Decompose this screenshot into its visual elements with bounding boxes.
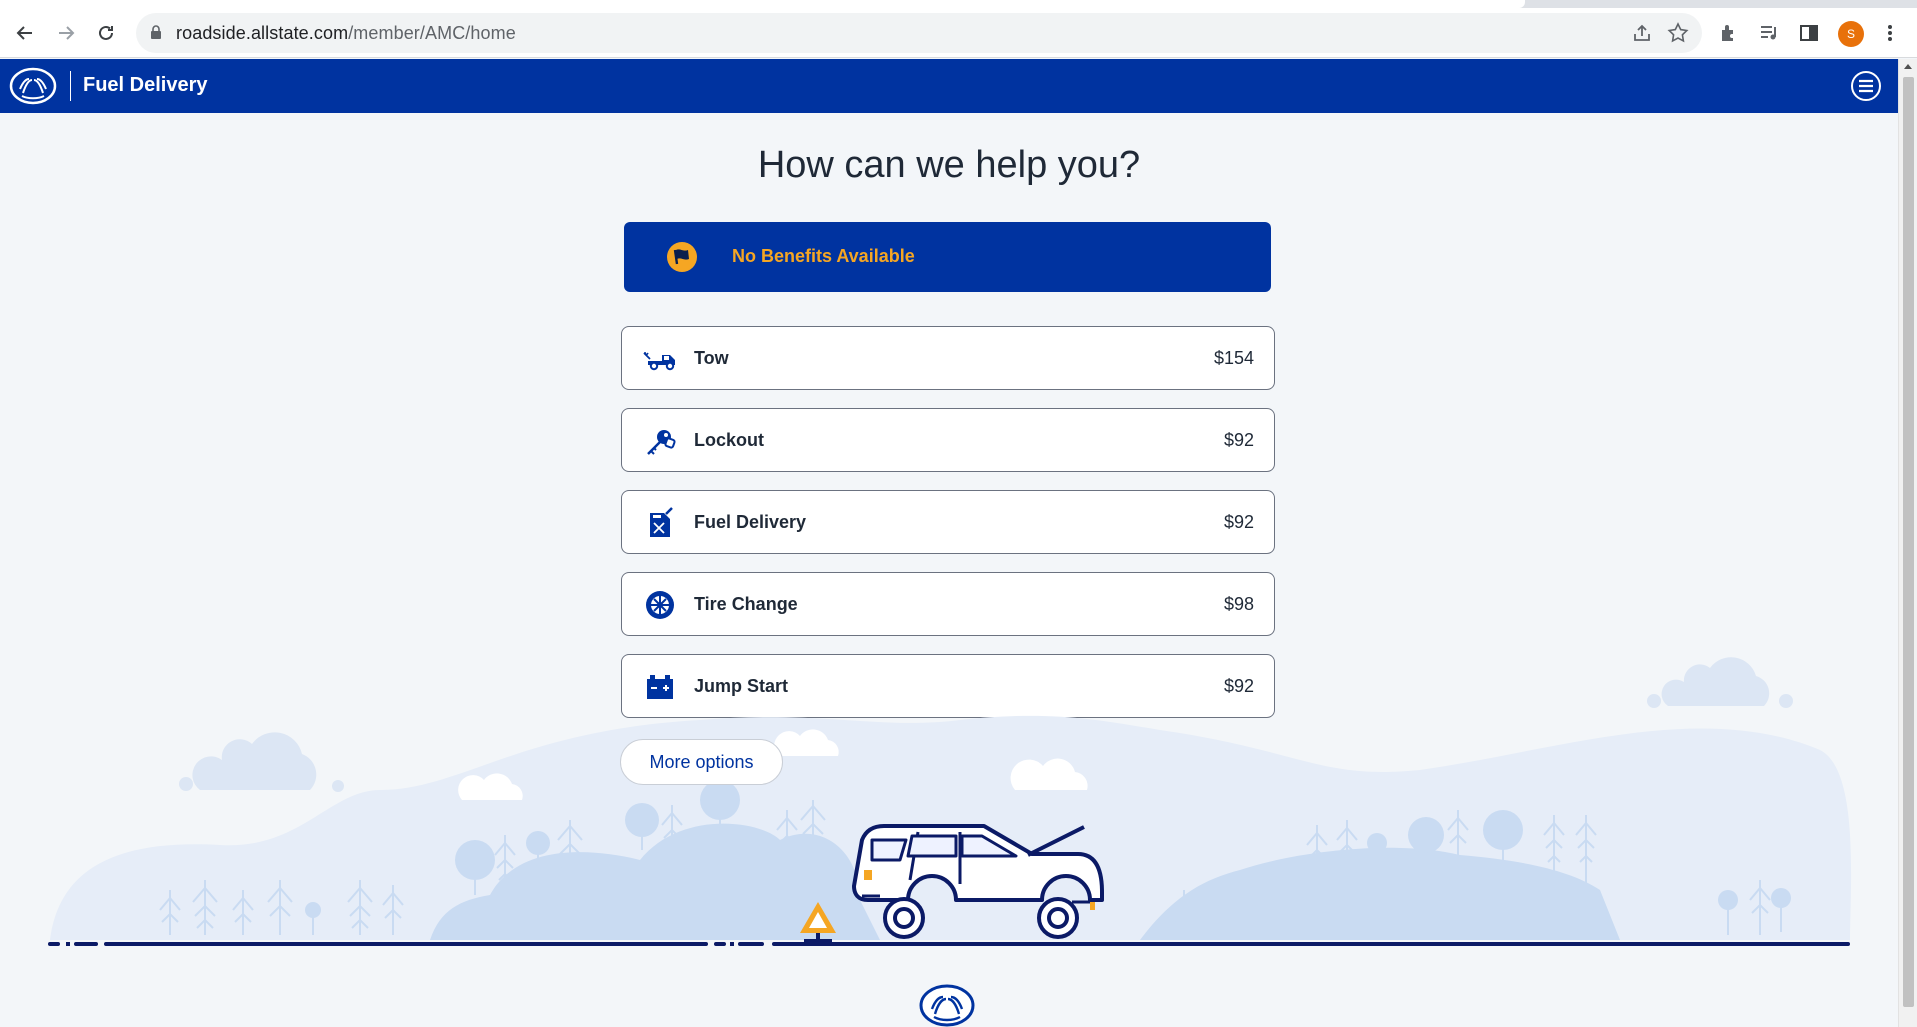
cloud-left-icon: [179, 732, 344, 792]
service-price: $154: [1213, 348, 1254, 368]
banner-text: No Benefits Available: [732, 246, 915, 266]
key-icon: [647, 430, 676, 455]
help-heading: How can we help you?: [757, 144, 1141, 186]
road: [48, 942, 1850, 946]
header-divider: [70, 71, 71, 101]
fuel-can-icon: [650, 507, 673, 537]
allstate-footer-logo-icon: [919, 984, 975, 1027]
share-icon[interactable]: [1631, 22, 1653, 44]
scrollbar-thumb[interactable]: [1903, 77, 1914, 1007]
service-label: Lockout: [694, 430, 764, 450]
cloud-right-icon: [1647, 657, 1793, 708]
reload-icon: [99, 25, 113, 40]
scroll-up-arrow-icon[interactable]: [1904, 64, 1912, 69]
more-options-button[interactable]: More options: [620, 739, 783, 785]
service-tow[interactable]: Tow $154: [621, 326, 1275, 390]
roadside-illustration: [48, 657, 1852, 946]
profile-avatar[interactable]: S: [1838, 21, 1864, 47]
url-text: roadside.allstate.com/member/AMC/home: [176, 23, 516, 43]
flag-warning-icon: [667, 242, 697, 272]
page-scrollbar[interactable]: [1898, 59, 1917, 1027]
side-panel-icon[interactable]: [1798, 22, 1820, 44]
tire-icon: [646, 591, 674, 619]
reload-button[interactable]: [92, 19, 120, 47]
kebab-menu-icon[interactable]: [1879, 22, 1901, 44]
page-title: Fuel Delivery: [83, 74, 208, 96]
service-price: $98: [1223, 594, 1254, 614]
back-button[interactable]: [11, 19, 39, 47]
service-price: $92: [1223, 512, 1254, 532]
address-bar[interactable]: roadside.allstate.com/member/AMC/home: [136, 13, 1702, 53]
forward-arrow-icon: [59, 26, 75, 40]
service-label: Tow: [694, 348, 729, 368]
service-tire-change[interactable]: Tire Change $98: [621, 572, 1275, 636]
tow-truck-icon: [643, 351, 675, 371]
lock-icon: [151, 25, 161, 39]
service-label: Fuel Delivery: [694, 512, 807, 532]
forward-button[interactable]: [52, 19, 80, 47]
bookmark-star-icon[interactable]: [1667, 22, 1689, 44]
app-header: Fuel Delivery: [0, 59, 1898, 113]
service-price: $92: [1223, 430, 1254, 450]
allstate-logo-icon[interactable]: [9, 67, 57, 105]
browser-toolbar: roadside.allstate.com/member/AMC/home S: [0, 8, 1917, 58]
hamburger-menu-button[interactable]: [1851, 71, 1881, 101]
service-lockout[interactable]: Lockout $92: [621, 408, 1275, 472]
service-label: Tire Change: [694, 594, 798, 614]
service-fuel-delivery[interactable]: Fuel Delivery $92: [621, 490, 1275, 554]
media-queue-icon[interactable]: [1758, 22, 1780, 44]
benefits-banner: No Benefits Available: [624, 222, 1271, 292]
hamburger-icon: [1859, 79, 1873, 93]
browser-tab-strip: [0, 0, 1917, 8]
extensions-puzzle-icon[interactable]: [1718, 22, 1740, 44]
back-arrow-icon: [16, 26, 32, 40]
